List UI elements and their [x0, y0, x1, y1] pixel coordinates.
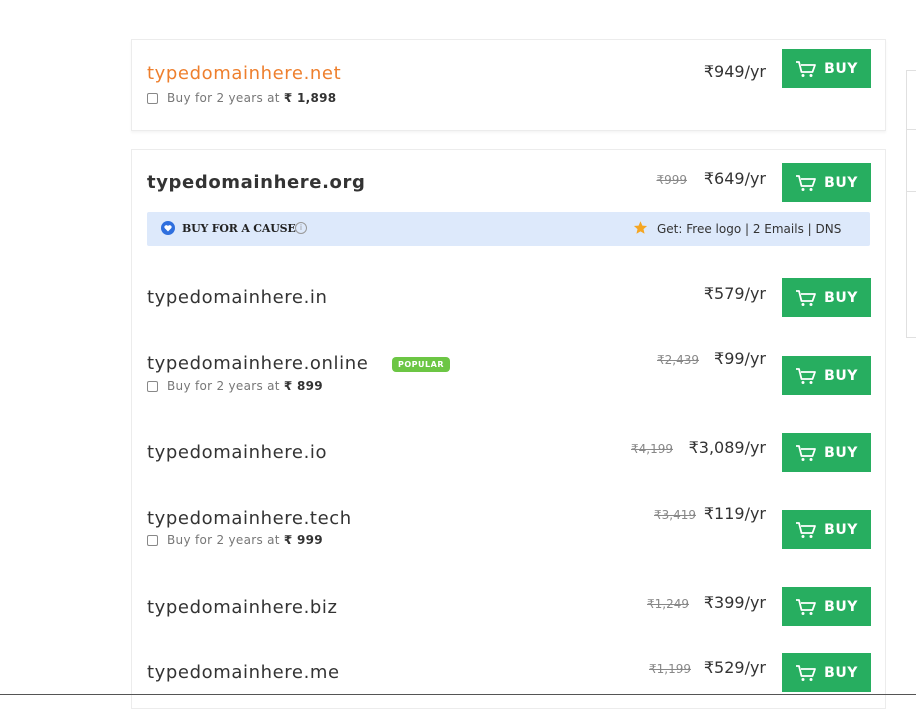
buy-button[interactable]: BUY [782, 356, 871, 395]
two-year-checkbox[interactable] [147, 534, 158, 546]
domain-results-card: typedomainhere.org ₹999 ₹649/yr BUY BUY … [131, 149, 886, 709]
cart-icon [796, 521, 817, 538]
featured-two-year-option[interactable]: Buy for 2 years at ₹ 1,898 [147, 91, 336, 105]
old-price: ₹3,419 [654, 508, 696, 522]
old-price: ₹1,199 [649, 662, 691, 676]
heart-shield-icon [161, 221, 175, 235]
domain-name[interactable]: typedomainhere.tech [147, 508, 352, 529]
buy-button[interactable]: BUY [782, 587, 871, 626]
domain-name[interactable]: typedomainhere.me [147, 662, 340, 683]
buy-label: BUY [824, 60, 858, 77]
featured-buy-button[interactable]: BUY [782, 49, 871, 88]
side-panel-divider [906, 129, 916, 130]
domain-name[interactable]: typedomainhere.online [147, 353, 368, 374]
price: ₹119/yr [703, 504, 766, 523]
old-price: ₹4,199 [631, 442, 673, 456]
price: ₹649/yr [703, 169, 766, 188]
popular-badge: POPULAR [392, 357, 450, 372]
cart-icon [796, 367, 817, 384]
buy-label: BUY [824, 664, 858, 681]
domain-name[interactable]: typedomainhere.in [147, 287, 328, 308]
cart-icon [796, 174, 817, 191]
cart-icon [796, 60, 817, 77]
featured-price: ₹949/yr [703, 62, 766, 81]
cart-icon [796, 598, 817, 615]
two-year-option[interactable]: Buy for 2 years at ₹ 899 [147, 379, 323, 393]
two-year-amount: ₹ 899 [283, 379, 323, 393]
cart-icon [796, 289, 817, 306]
domain-name[interactable]: typedomainhere.biz [147, 597, 338, 618]
old-price: ₹999 [656, 173, 687, 187]
old-price: ₹2,439 [657, 353, 699, 367]
buy-label: BUY [824, 367, 858, 384]
buy-button[interactable]: BUY [782, 433, 871, 472]
featured-domain-card: typedomainhere.net Buy for 2 years at ₹ … [131, 39, 886, 131]
price: ₹529/yr [703, 658, 766, 677]
buy-label: BUY [824, 174, 858, 191]
buy-label: BUY [824, 444, 858, 461]
buy-button[interactable]: BUY [782, 278, 871, 317]
cause-perks: Get: Free logo | 2 Emails | DNS [657, 222, 842, 236]
info-icon[interactable]: i [295, 222, 307, 234]
old-price: ₹1,249 [647, 597, 689, 611]
cause-label: BUY FOR A CAUSE [182, 222, 296, 235]
two-year-option[interactable]: Buy for 2 years at ₹ 999 [147, 533, 323, 547]
buy-label: BUY [824, 521, 858, 538]
buy-button[interactable]: BUY [782, 653, 871, 692]
domain-name[interactable]: typedomainhere.org [147, 172, 365, 193]
cart-icon [796, 444, 817, 461]
two-year-text: Buy for 2 years at [167, 533, 280, 547]
price: ₹579/yr [703, 284, 766, 303]
price: ₹399/yr [703, 593, 766, 612]
buy-label: BUY [824, 289, 858, 306]
price: ₹3,089/yr [688, 438, 766, 457]
star-icon [633, 221, 648, 234]
cart-icon [796, 664, 817, 681]
two-year-text: Buy for 2 years at [167, 91, 280, 105]
side-panel-divider [906, 191, 916, 192]
side-panel-edge [906, 70, 916, 338]
buy-button[interactable]: BUY [782, 163, 871, 202]
price: ₹99/yr [714, 349, 766, 368]
buy-for-cause-banner: BUY FOR A CAUSE i Get: Free logo | 2 Ema… [147, 212, 870, 246]
buy-label: BUY [824, 598, 858, 615]
domain-name[interactable]: typedomainhere.io [147, 442, 327, 463]
two-year-amount: ₹ 999 [283, 533, 323, 547]
two-year-amount: ₹ 1,898 [283, 91, 337, 105]
two-year-text: Buy for 2 years at [167, 379, 280, 393]
buy-button[interactable]: BUY [782, 510, 871, 549]
two-year-checkbox[interactable] [147, 92, 158, 104]
featured-domain-name[interactable]: typedomainhere.net [147, 63, 341, 84]
two-year-checkbox[interactable] [147, 380, 158, 392]
